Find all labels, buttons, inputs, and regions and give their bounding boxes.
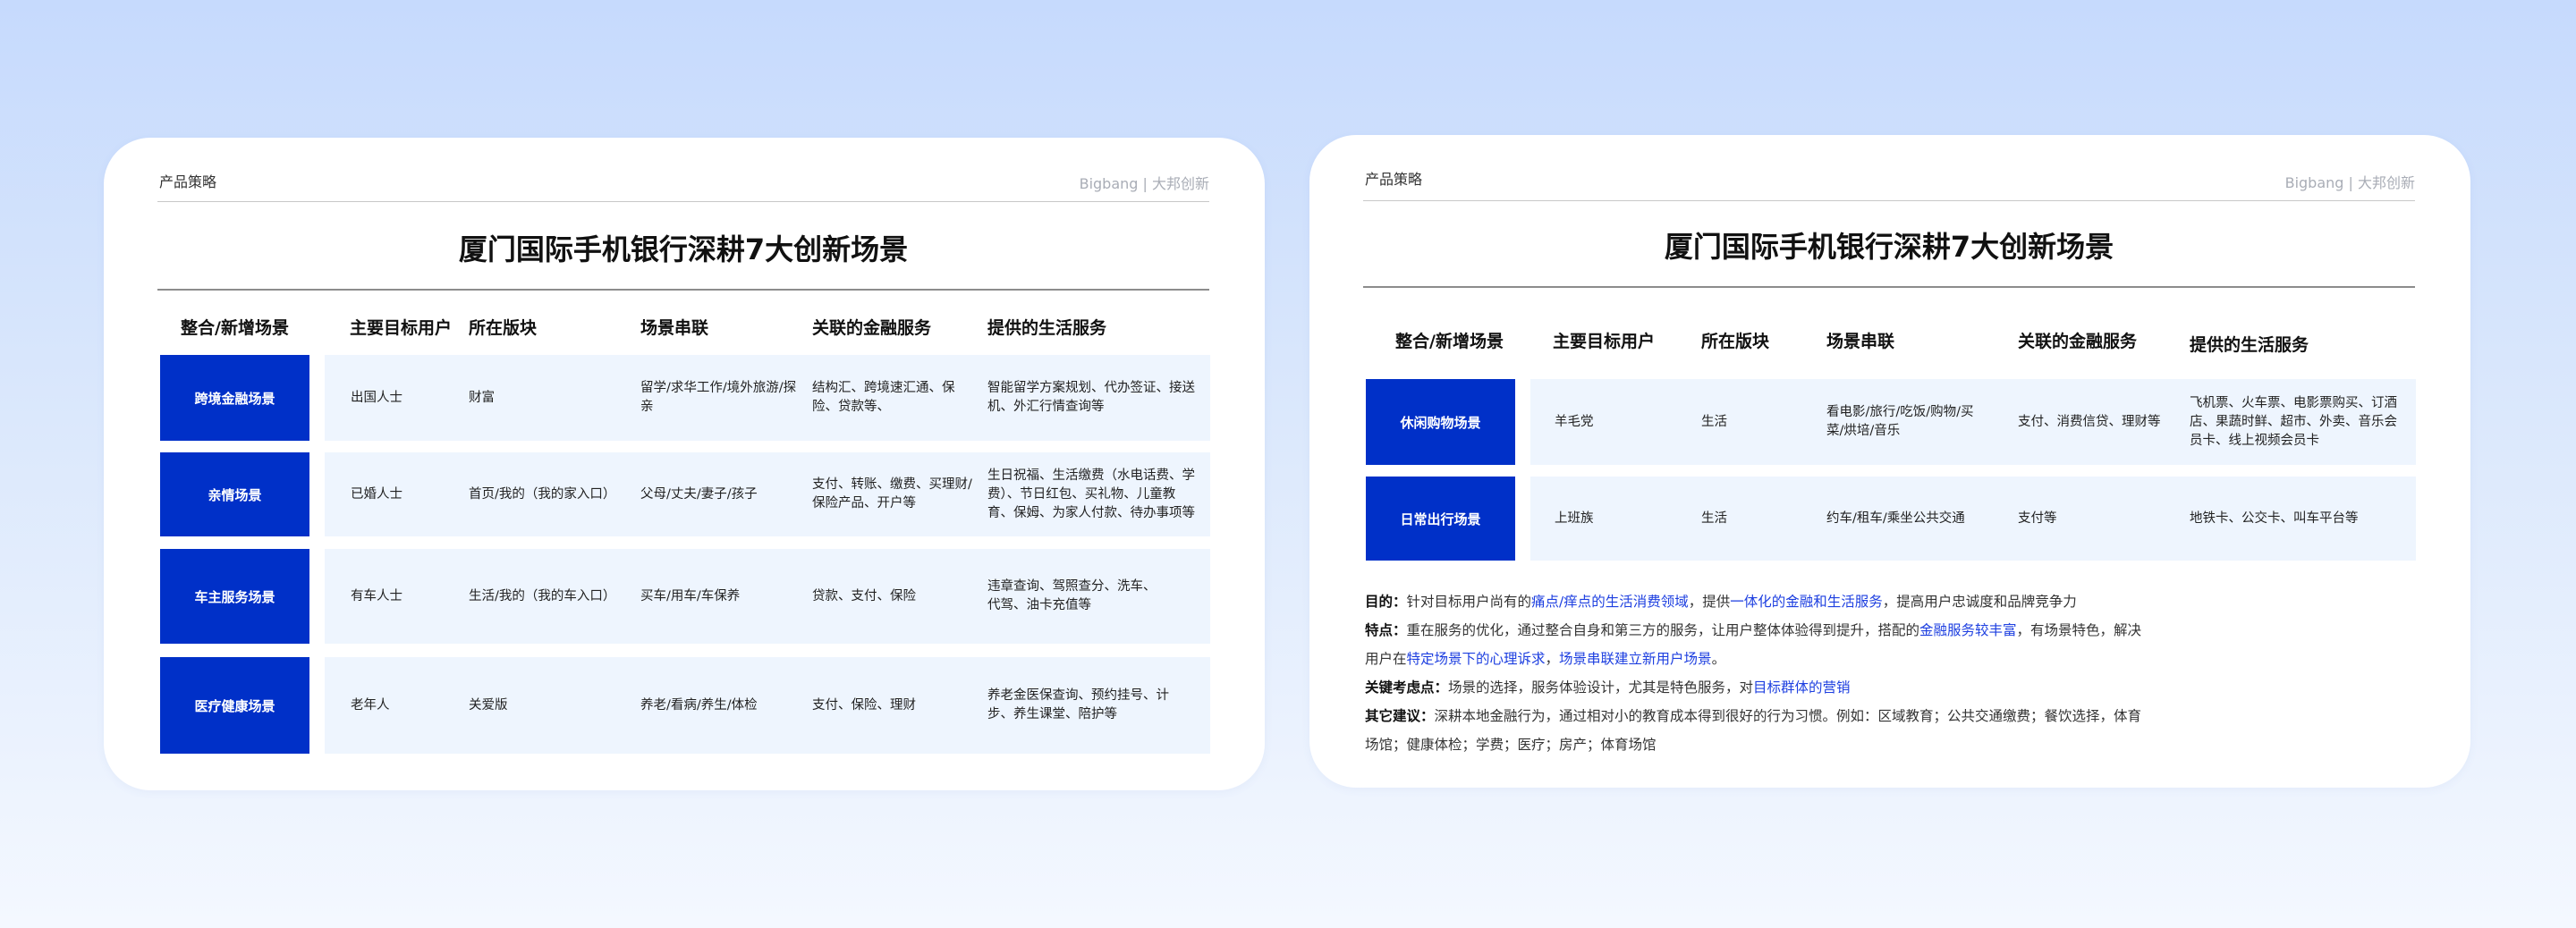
column-header-user: 主要目标用户: [350, 318, 453, 338]
scene-label-health: 医疗健康场景: [160, 657, 309, 754]
target-user: 有车人士: [351, 588, 402, 603]
column-header-life: 提供的生活服务: [2190, 335, 2309, 355]
title-divider: [157, 289, 1209, 291]
slide-title: 厦门国际手机银行深耕7大创新场景: [458, 232, 909, 266]
scene-label-commute: 日常出行场景: [1366, 477, 1515, 561]
header-divider: [157, 201, 1209, 202]
app-section: 财富: [469, 390, 495, 405]
scene-chain: 留学/求华工作/境外旅游/探亲: [640, 381, 797, 414]
column-header-section: 所在版块: [1701, 332, 1770, 351]
scene-chain: 父母/丈夫/妻子/孩子: [640, 486, 758, 502]
column-header-finance: 关联的金融服务: [812, 318, 932, 338]
app-section: 首页/我的（我的家入口）: [469, 486, 616, 502]
brand-label: Bigbang | 大邦创新: [2284, 174, 2415, 191]
scene-label-cross-border: 跨境金融场景: [160, 355, 309, 441]
header-label: 产品策略: [1365, 171, 1423, 188]
app-section: 生活: [1701, 414, 1727, 429]
life-service: 智能留学方案规划、代办签证、接送机、外汇行情查询等: [987, 381, 1195, 414]
right-slide-card: 产品策略 Bigbang | 大邦创新 厦门国际手机银行深耕7大创新场景 整合/…: [1309, 135, 2470, 788]
brand-label: Bigbang | 大邦创新: [1079, 175, 1209, 192]
app-section: 生活: [1701, 510, 1727, 526]
scene-chain: 约车/租车/乘坐公共交通: [1826, 510, 1965, 526]
column-header-chain: 场景串联: [640, 318, 709, 338]
finance-service: 支付、保险、理财: [812, 697, 916, 713]
finance-service: 支付、消费信贷、理财等: [2018, 414, 2161, 429]
slide-title: 厦门国际手机银行深耕7大创新场景: [1664, 230, 2114, 264]
scene-chain: 买车/用车/车保养: [640, 588, 741, 603]
app-section: 关爱版: [469, 697, 508, 713]
finance-service: 支付等: [2018, 510, 2057, 526]
target-user: 老年人: [351, 697, 390, 713]
life-service: 违章查询、驾照查分、洗车、代驾、油卡充值等: [987, 579, 1157, 612]
finance-service: 结构汇、跨境速汇通、保险、贷款等、: [812, 381, 955, 414]
column-header-section: 所在版块: [469, 318, 538, 338]
app-section: 生活/我的（我的车入口）: [469, 588, 616, 603]
column-header-scene: 整合/新增场景: [181, 318, 289, 338]
life-service: 养老金医保查询、预约挂号、计步、养生课堂、陪护等: [987, 688, 1169, 721]
life-service: 地铁卡、公交卡、叫车平台等: [2190, 510, 2359, 526]
note-feature: 特点：重在服务的优化，通过整合自身和第三方的服务，让用户整体体验得到提升，搭配的…: [1365, 622, 2142, 667]
column-header-chain: 场景串联: [1826, 332, 1895, 351]
header-divider: [1363, 200, 2415, 201]
left-slide-card: 产品策略 Bigbang | 大邦创新 厦门国际手机银行深耕7大创新场景 整合/…: [104, 138, 1265, 790]
note-other-suggestions: 其它建议：深耕本地金融行为，通过相对小的教育成本得到很好的行为习惯。例如：区域教…: [1365, 708, 2142, 753]
column-header-finance: 关联的金融服务: [2018, 332, 2138, 351]
target-user: 已婚人士: [351, 486, 402, 502]
target-user: 出国人士: [351, 390, 402, 405]
target-user: 上班族: [1555, 510, 1594, 526]
column-header-life: 提供的生活服务: [987, 318, 1107, 338]
target-user: 羊毛党: [1555, 414, 1594, 429]
note-key-points: 关键考虑点：场景的选择，服务体验设计，尤其是特色服务，对目标群体的营销: [1365, 679, 1851, 696]
column-header-user: 主要目标用户: [1553, 332, 1656, 351]
scene-label-family: 亲情场景: [160, 452, 309, 536]
title-divider: [1363, 286, 2415, 288]
scene-label-shopping: 休闲购物场景: [1366, 379, 1515, 465]
strategy-notes: 目的：针对目标用户尚有的痛点/痒点的生活消费领域，提供一体化的金融和生活服务，提…: [1365, 587, 2152, 759]
column-header-scene: 整合/新增场景: [1395, 332, 1504, 351]
scene-label-car-owner: 车主服务场景: [160, 549, 309, 644]
note-purpose: 目的：针对目标用户尚有的痛点/痒点的生活消费领域，提供一体化的金融和生活服务，提…: [1365, 594, 2077, 610]
scene-chain: 看电影/旅行/吃饭/购物/买菜/烘培/音乐: [1826, 405, 1974, 438]
life-service: 生日祝福、生活缴费（水电话费、学费）、节日红包、买礼物、儿童教育、保姆、为家人付…: [987, 468, 1195, 520]
life-service: 飞机票、火车票、电影票购买、订酒店、果蔬时鲜、超市、外卖、音乐会员卡、线上视频会…: [2190, 395, 2397, 448]
header-label: 产品策略: [159, 173, 217, 190]
finance-service: 贷款、支付、保险: [812, 588, 916, 603]
scene-chain: 养老/看病/养生/体检: [640, 697, 758, 713]
finance-service: 支付、转账、缴费、买理财/保险产品、开户等: [812, 477, 972, 510]
